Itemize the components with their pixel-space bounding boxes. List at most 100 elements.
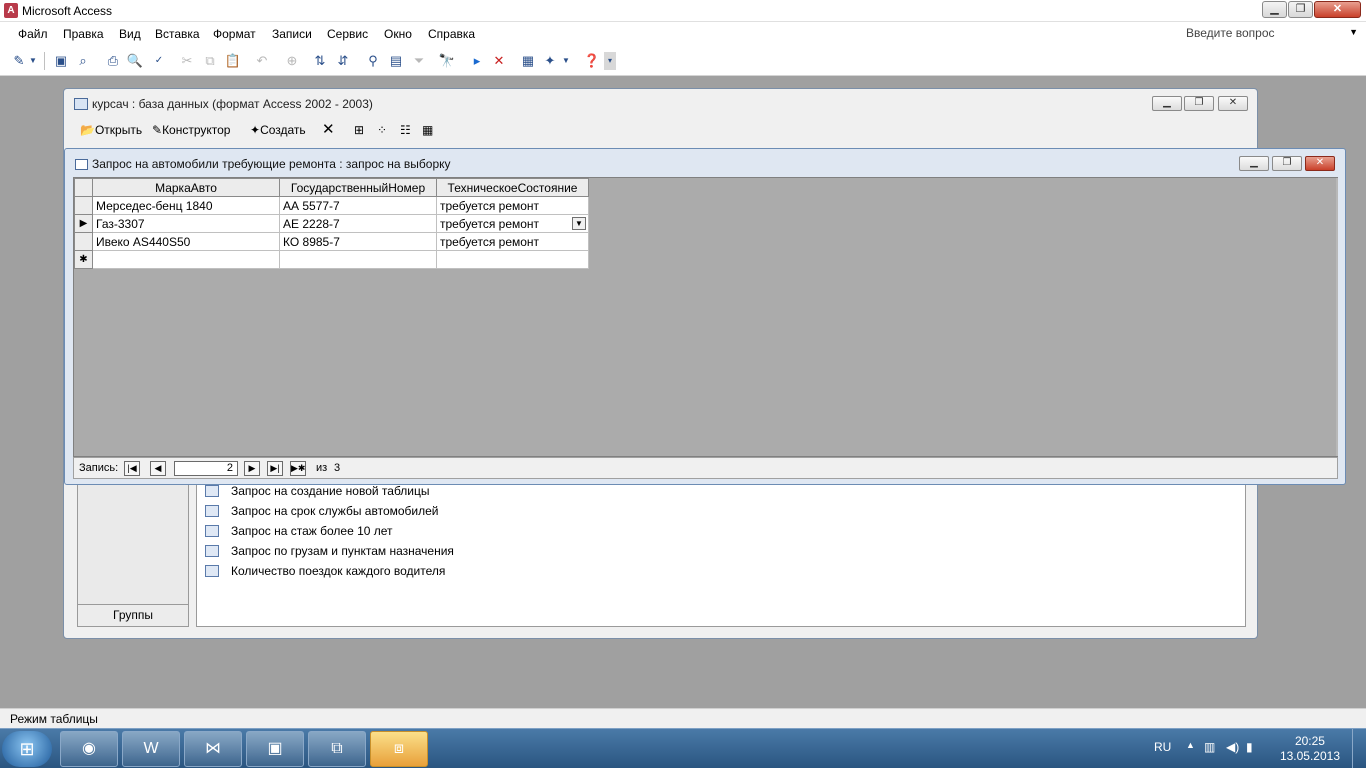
column-header[interactable]: МаркаАвто <box>92 178 280 197</box>
menu-edit[interactable]: Правка <box>63 27 104 41</box>
table-row[interactable]: ▶ Газ-3307 АЕ 2228-7 требуется ремонт ▼ <box>74 214 589 233</box>
minimize-app-button[interactable]: ▁ <box>1262 1 1287 18</box>
select-all-cell[interactable] <box>74 178 93 197</box>
table-cell[interactable]: требуется ремонт <box>436 232 589 251</box>
paste-icon[interactable]: 📋 <box>224 52 242 70</box>
menu-file[interactable]: Файл <box>18 27 48 41</box>
view-mode-icon[interactable]: ✎ <box>10 52 28 70</box>
start-button[interactable]: ⊞ <box>2 731 52 767</box>
close-app-button[interactable]: ✕ <box>1314 1 1361 18</box>
find-icon[interactable]: 🔭 <box>438 52 456 70</box>
details-view-icon[interactable]: ▦ <box>422 123 433 137</box>
table-cell[interactable] <box>279 250 437 269</box>
table-row[interactable]: Ивеко AS440S50 КО 8985-7 требуется ремон… <box>74 232 589 251</box>
row-selector[interactable] <box>74 196 93 215</box>
filter-by-form-icon[interactable]: ▤ <box>387 52 405 70</box>
db-restore-button[interactable]: ❐ <box>1184 96 1214 111</box>
table-cell[interactable]: Мерседес-бенц 1840 <box>92 196 280 215</box>
groups-button[interactable]: Группы <box>78 604 188 626</box>
copy-icon[interactable]: ⧉ <box>201 52 219 70</box>
table-cell[interactable]: АА 5577-7 <box>279 196 437 215</box>
database-window-icon[interactable]: ▦ <box>519 52 537 70</box>
delete-object-icon[interactable]: ✕ <box>322 120 335 138</box>
large-icons-view-icon[interactable]: ⊞ <box>354 123 364 137</box>
spelling-icon[interactable]: ✓ <box>150 52 168 70</box>
new-row-marker[interactable]: ✱ <box>74 250 93 269</box>
menu-format[interactable]: Формат <box>213 27 256 41</box>
menu-view[interactable]: Вид <box>119 27 141 41</box>
query-close-button[interactable]: ✕ <box>1305 156 1335 171</box>
previous-record-button[interactable]: ◀ <box>150 461 166 476</box>
column-header[interactable]: ГосударственныйНомер <box>279 178 437 197</box>
menu-records[interactable]: Записи <box>272 27 312 41</box>
help-icon[interactable]: ❓ <box>583 52 601 70</box>
cut-icon[interactable]: ✂ <box>178 52 196 70</box>
filter-by-selection-icon[interactable]: ⚲ <box>364 52 382 70</box>
design-object-button[interactable]: ✎Конструктор <box>152 123 230 137</box>
undo-icon[interactable]: ↶ <box>253 52 271 70</box>
open-object-button[interactable]: 📂Открыть <box>80 123 142 137</box>
new-object-dropdown-icon[interactable]: ▼ <box>561 52 571 70</box>
delete-record-icon[interactable]: ✕ <box>490 52 508 70</box>
list-item[interactable]: Запрос на стаж более 10 лет <box>205 522 393 540</box>
clock[interactable]: 20:25 13.05.2013 <box>1280 734 1340 764</box>
table-cell-value[interactable]: требуется ремонт <box>440 217 539 231</box>
help-question-box[interactable]: Введите вопрос ▼ <box>1186 26 1362 43</box>
list-item[interactable]: Запрос на срок службы автомобилей <box>205 502 439 520</box>
table-cell[interactable]: АЕ 2228-7 <box>279 214 437 233</box>
table-cell[interactable]: Ивеко AS440S50 <box>92 232 280 251</box>
view-mode-dropdown-icon[interactable]: ▼ <box>28 52 38 70</box>
save-taskbar-icon[interactable]: ▣ <box>246 731 304 767</box>
language-indicator[interactable]: RU <box>1154 740 1171 754</box>
new-record-nav-button[interactable]: ▶✱ <box>290 461 306 476</box>
print-icon[interactable]: ⎙ <box>104 52 122 70</box>
restore-app-button[interactable]: ❐ <box>1288 1 1313 18</box>
db-close-button[interactable]: ✕ <box>1218 96 1248 111</box>
table-cell[interactable] <box>436 250 589 269</box>
menu-help[interactable]: Справка <box>428 27 475 41</box>
menu-insert[interactable]: Вставка <box>155 27 200 41</box>
sort-descending-icon[interactable]: ⇵ <box>334 52 352 70</box>
db-minimize-button[interactable]: ▁ <box>1152 96 1182 111</box>
new-object-icon[interactable]: ✦ <box>541 52 559 70</box>
list-view-icon[interactable]: ☷ <box>400 123 411 137</box>
save-icon[interactable]: ▣ <box>52 52 70 70</box>
tray-expand-icon[interactable]: ▲ <box>1186 740 1195 750</box>
sort-ascending-icon[interactable]: ⇅ <box>311 52 329 70</box>
list-item[interactable]: Запрос по грузам и пунктам назначения <box>205 542 454 560</box>
print-preview-icon[interactable]: 🔍 <box>126 52 144 70</box>
next-record-button[interactable]: ▶ <box>244 461 260 476</box>
apply-filter-icon[interactable]: ⏷ <box>410 52 428 70</box>
small-icons-view-icon[interactable]: ⁘ <box>377 123 387 137</box>
search-file-icon[interactable]: ⌕ <box>74 52 92 70</box>
query-restore-button[interactable]: ❐ <box>1272 156 1302 171</box>
current-record-input[interactable]: 2 <box>174 461 238 476</box>
menu-tools[interactable]: Сервис <box>327 27 368 41</box>
table-cell[interactable]: КО 8985-7 <box>279 232 437 251</box>
table-cell[interactable]: Газ-3307 <box>92 214 280 233</box>
network-icon[interactable]: ▥ <box>1204 740 1215 754</box>
word-taskbar-icon[interactable]: W <box>122 731 180 767</box>
list-item[interactable]: Количество поездок каждого водителя <box>205 562 445 580</box>
create-object-button[interactable]: ✦Создать <box>250 123 306 137</box>
table-row[interactable]: Мерседес-бенц 1840 АА 5577-7 требуется р… <box>74 196 589 215</box>
show-desktop-button[interactable] <box>1352 729 1366 768</box>
query-minimize-button[interactable]: ▁ <box>1239 156 1269 171</box>
access-taskbar-icon[interactable]: ⧈ <box>370 731 428 767</box>
volume-icon[interactable]: ◀) <box>1226 740 1239 754</box>
table-cell[interactable] <box>92 250 280 269</box>
chevron-down-icon[interactable]: ▼ <box>1349 27 1358 37</box>
menu-window[interactable]: Окно <box>384 27 412 41</box>
first-record-button[interactable]: |◀ <box>124 461 140 476</box>
toolbar-options-icon[interactable]: ▾ <box>604 52 616 70</box>
windows-taskbar-icon[interactable]: ⧉ <box>308 731 366 767</box>
column-header[interactable]: ТехническоеСостояние <box>436 178 589 197</box>
new-record-row[interactable]: ✱ <box>74 250 589 269</box>
battery-icon[interactable]: ▮ <box>1246 740 1253 754</box>
current-row-marker[interactable]: ▶ <box>74 214 93 233</box>
table-cell[interactable]: требуется ремонт <box>436 196 589 215</box>
visual-studio-taskbar-icon[interactable]: ⋈ <box>184 731 242 767</box>
combo-dropdown-icon[interactable]: ▼ <box>572 217 586 230</box>
last-record-button[interactable]: ▶| <box>267 461 283 476</box>
chrome-taskbar-icon[interactable]: ◉ <box>60 731 118 767</box>
